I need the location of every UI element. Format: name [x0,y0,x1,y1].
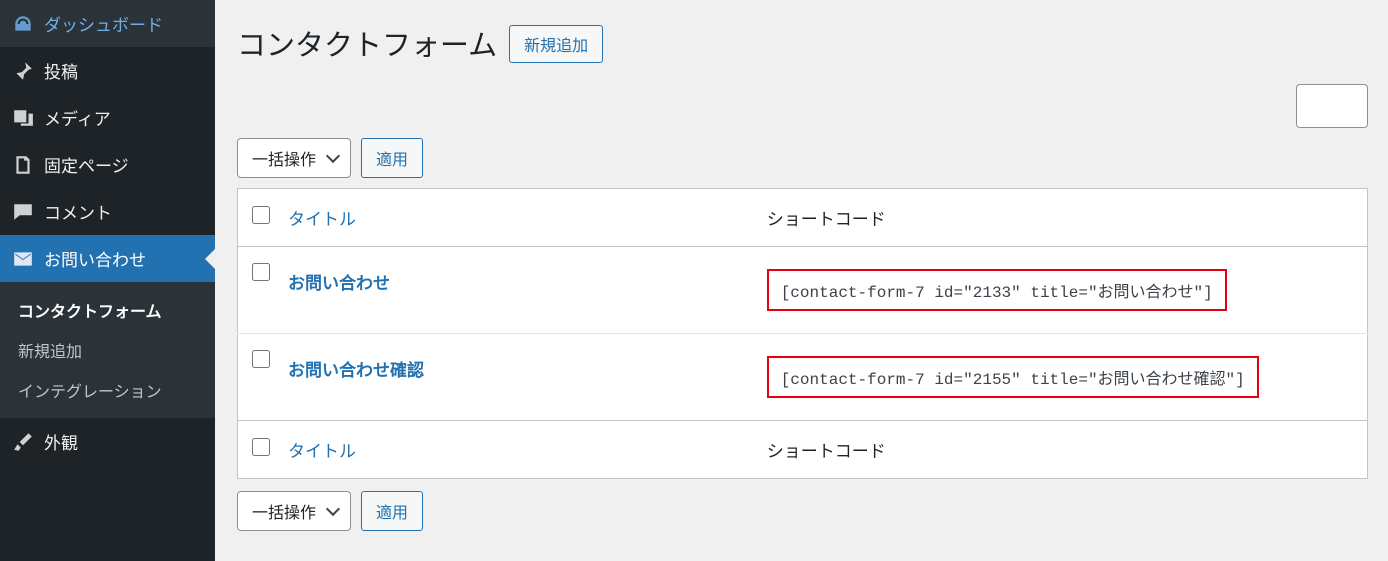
column-footer-shortcode: ショートコード [755,421,1368,479]
sidebar-item-label: メディア [44,105,111,130]
sidebar-item-dashboard[interactable]: ダッシュボード [0,0,215,47]
form-title-link[interactable]: お問い合わせ [288,274,390,293]
sidebar-item-label: 固定ページ [44,152,129,177]
search-input[interactable] [1296,84,1368,128]
form-title-link[interactable]: お問い合わせ確認 [288,361,424,380]
shortcode-text[interactable]: [contact-form-7 id="2155" title="お問い合わせ確… [767,356,1259,398]
add-new-button[interactable]: 新規追加 [509,25,603,63]
dashboard-icon [12,13,34,35]
sidebar-submenu: コンタクトフォーム 新規追加 インテグレーション [0,282,215,418]
main-content: コンタクトフォーム 新規追加 一括操作 適用 タイトル ショー [215,0,1388,561]
sidebar-item-media[interactable]: メディア [0,94,215,141]
column-header-shortcode: ショートコード [755,189,1368,247]
apply-button-bottom[interactable]: 適用 [361,491,423,531]
select-all-checkbox[interactable] [252,206,270,224]
sidebar-item-posts[interactable]: 投稿 [0,47,215,94]
submenu-item-add-new[interactable]: 新規追加 [0,330,215,370]
table-row: お問い合わせ [contact-form-7 id="2133" title="… [238,247,1368,334]
forms-table: タイトル ショートコード お問い合わせ [contact-form-7 id="… [237,188,1368,479]
column-header-title: タイトル [276,189,755,247]
submenu-item-integration[interactable]: インテグレーション [0,370,215,410]
row-checkbox[interactable] [252,263,270,281]
sidebar-item-contact[interactable]: お問い合わせ [0,235,215,282]
sidebar-item-pages[interactable]: 固定ページ [0,141,215,188]
sidebar-item-label: ダッシュボード [44,11,163,36]
page-icon [12,154,34,176]
bulk-action-label: 一括操作 [252,146,316,170]
page-title: コンタクトフォーム [237,10,497,64]
tablenav-top: 一括操作 適用 [237,138,1368,178]
sidebar-item-label: 外観 [44,429,78,454]
submenu-item-label: 新規追加 [18,344,82,361]
media-icon [12,107,34,129]
sidebar-item-label: 投稿 [44,58,78,83]
submenu-item-label: インテグレーション [18,384,162,401]
admin-sidebar: ダッシュボード 投稿 メディア 固定ページ コメント [0,0,215,561]
bulk-action-select-bottom[interactable]: 一括操作 [237,491,351,531]
select-all-footer [238,421,277,479]
select-all-checkbox-footer[interactable] [252,438,270,456]
search-wrap [237,84,1368,128]
row-checkbox[interactable] [252,350,270,368]
table-row: お問い合わせ確認 [contact-form-7 id="2155" title… [238,334,1368,421]
apply-button[interactable]: 適用 [361,138,423,178]
submenu-item-label: コンタクトフォーム [18,304,162,321]
shortcode-text[interactable]: [contact-form-7 id="2133" title="お問い合わせ"… [767,269,1227,311]
submenu-item-contact-forms[interactable]: コンタクトフォーム [0,290,215,330]
column-footer-title: タイトル [276,421,755,479]
select-all-header [238,189,277,247]
bulk-action-select[interactable]: 一括操作 [237,138,351,178]
sidebar-item-label: コメント [44,199,112,224]
page-header: コンタクトフォーム 新規追加 [237,10,1368,64]
pin-icon [12,60,34,82]
sort-by-title[interactable]: タイトル [288,210,356,229]
mail-icon [12,248,34,270]
bulk-action-label: 一括操作 [252,499,316,523]
brush-icon [12,431,34,453]
sidebar-item-label: お問い合わせ [44,246,146,271]
sort-by-title-footer[interactable]: タイトル [288,442,356,461]
sidebar-item-comments[interactable]: コメント [0,188,215,235]
comment-icon [12,201,34,223]
sidebar-item-appearance[interactable]: 外観 [0,418,215,465]
tablenav-bottom: 一括操作 適用 [237,491,1368,531]
